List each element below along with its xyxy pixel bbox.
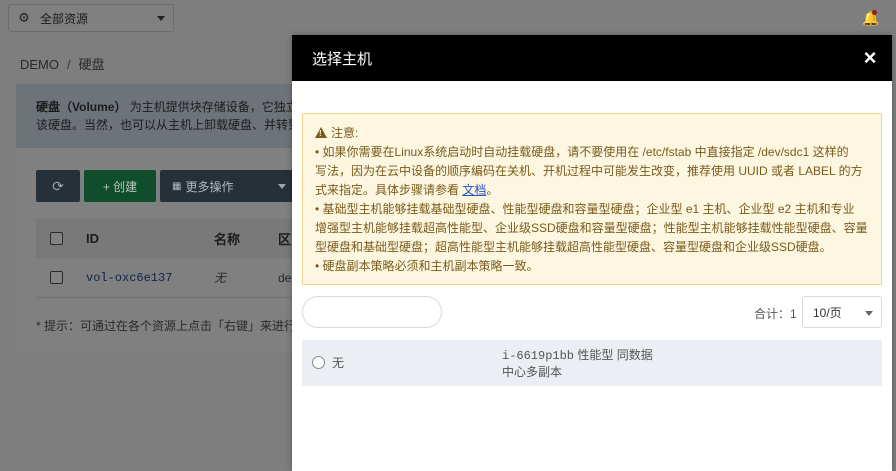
intro-box: 硬盘（Volume） 为主机提供块存储设备，它独立 该硬盘。当然，也可以从主机上… [16, 84, 316, 148]
table-row[interactable]: vol-oxc6e137 无 de [36, 258, 316, 298]
top-bar: ⚙ 全部资源 🔔 [0, 0, 896, 36]
page-size-value: 10/页 [813, 305, 842, 320]
host-replica-policy: 中心多副本 [502, 365, 563, 379]
intro-line2: 该硬盘。当然，也可以从主机上卸载硬盘、并转到 [36, 118, 301, 132]
host-list-item[interactable]: 无 i-6619p1bb 性能型 同数据 中心多副本 [302, 340, 882, 386]
notice-line: • 如果你需要在Linux系统启动时自动挂载硬盘，请不要使用在 /etc/fst… [315, 145, 849, 159]
more-actions-label: 更多操作 [185, 179, 234, 194]
notice-line: • 硬盘副本策略必须和主机副本策略一致。 [315, 259, 539, 273]
notification-dot [872, 10, 877, 15]
chevron-down-icon [157, 15, 165, 21]
page-size-select[interactable]: 10/页 [802, 296, 882, 328]
gear-icon: ⚙ [18, 10, 30, 25]
chevron-down-icon [865, 311, 873, 316]
column-header-name[interactable]: 名称 [214, 229, 240, 248]
notice-line: 写法，因为在云中设备的顺序编码在关机、开机过程中可能发生改变，推荐使用 UUID… [315, 164, 863, 178]
modal-title: 选择主机 [312, 50, 373, 68]
volume-name: 无 [214, 271, 227, 285]
notice-heading: 注意: [331, 126, 359, 140]
table-header: ID 名称 区 [36, 218, 316, 258]
host-id: i-6619p1bb [502, 349, 575, 363]
docs-link[interactable]: 文档 [462, 183, 486, 197]
intro-line1: 为主机提供块存储设备，它独立 [129, 100, 298, 114]
host-radio[interactable] [312, 356, 325, 369]
notice-line: • 基础型主机能够挂载基础型硬盘、性能型硬盘和容量型硬盘；企业型 e1 主机、企… [315, 202, 855, 216]
notice-line: 型硬盘和基础型硬盘；超高性能型主机能够挂载超高性能型硬盘、容量型硬盘和企业级SS… [315, 240, 832, 254]
refresh-icon: ⟳ [52, 177, 64, 194]
warning-icon [315, 127, 327, 138]
create-button[interactable]: + 创建 [84, 170, 156, 202]
resource-select[interactable]: ⚙ 全部资源 [8, 4, 174, 32]
select-host-modal: 选择主机 × 注意: • 如果你需要在Linux系统启动时自动挂载硬盘，请不要使… [292, 35, 892, 471]
refresh-button[interactable]: ⟳ [36, 170, 80, 202]
host-name: 无 [332, 356, 345, 370]
select-all-checkbox[interactable] [50, 231, 63, 245]
column-header-id[interactable]: ID [86, 231, 99, 246]
host-description: i-6619p1bb 性能型 同数据 中心多副本 [502, 347, 653, 380]
breadcrumb: DEMO / 硬盘 [20, 54, 105, 73]
row-checkbox[interactable] [50, 271, 63, 284]
total-count: 合计：1 [754, 307, 797, 321]
volume-id-link[interactable]: vol-oxc6e137 [86, 271, 172, 285]
hint-text: * 提示：可通过在各个资源上点击「右键」来进行 [36, 319, 297, 333]
notice-line: 增强型主机能够挂载超高性能型、企业级SSD硬盘和容量型硬盘；性能型主机能够挂载性… [315, 221, 868, 235]
notice-line: 式来指定。具体步骤请参看 文档。 [315, 183, 499, 197]
more-actions-button[interactable]: ▦ 更多操作 [160, 170, 296, 202]
resource-select-label: 全部资源 [40, 11, 89, 26]
column-header-region[interactable]: 区 [278, 229, 291, 248]
breadcrumb-root[interactable]: DEMO [20, 57, 59, 72]
close-icon[interactable]: × [862, 47, 878, 69]
bell-icon[interactable]: 🔔 [862, 10, 879, 26]
chevron-down-icon [278, 184, 286, 189]
modal-header: 选择主机 × [292, 35, 892, 81]
notice-box: 注意: • 如果你需要在Linux系统启动时自动挂载硬盘，请不要使用在 /etc… [302, 113, 882, 285]
intro-title: 硬盘（Volume） [36, 100, 127, 114]
search-input[interactable] [302, 296, 442, 328]
host-type: 性能型 同数据 [577, 348, 653, 362]
breadcrumb-separator: / [67, 57, 71, 72]
grid-icon: ▦ [172, 180, 182, 192]
volume-region: de [278, 270, 292, 285]
breadcrumb-current: 硬盘 [78, 57, 105, 72]
